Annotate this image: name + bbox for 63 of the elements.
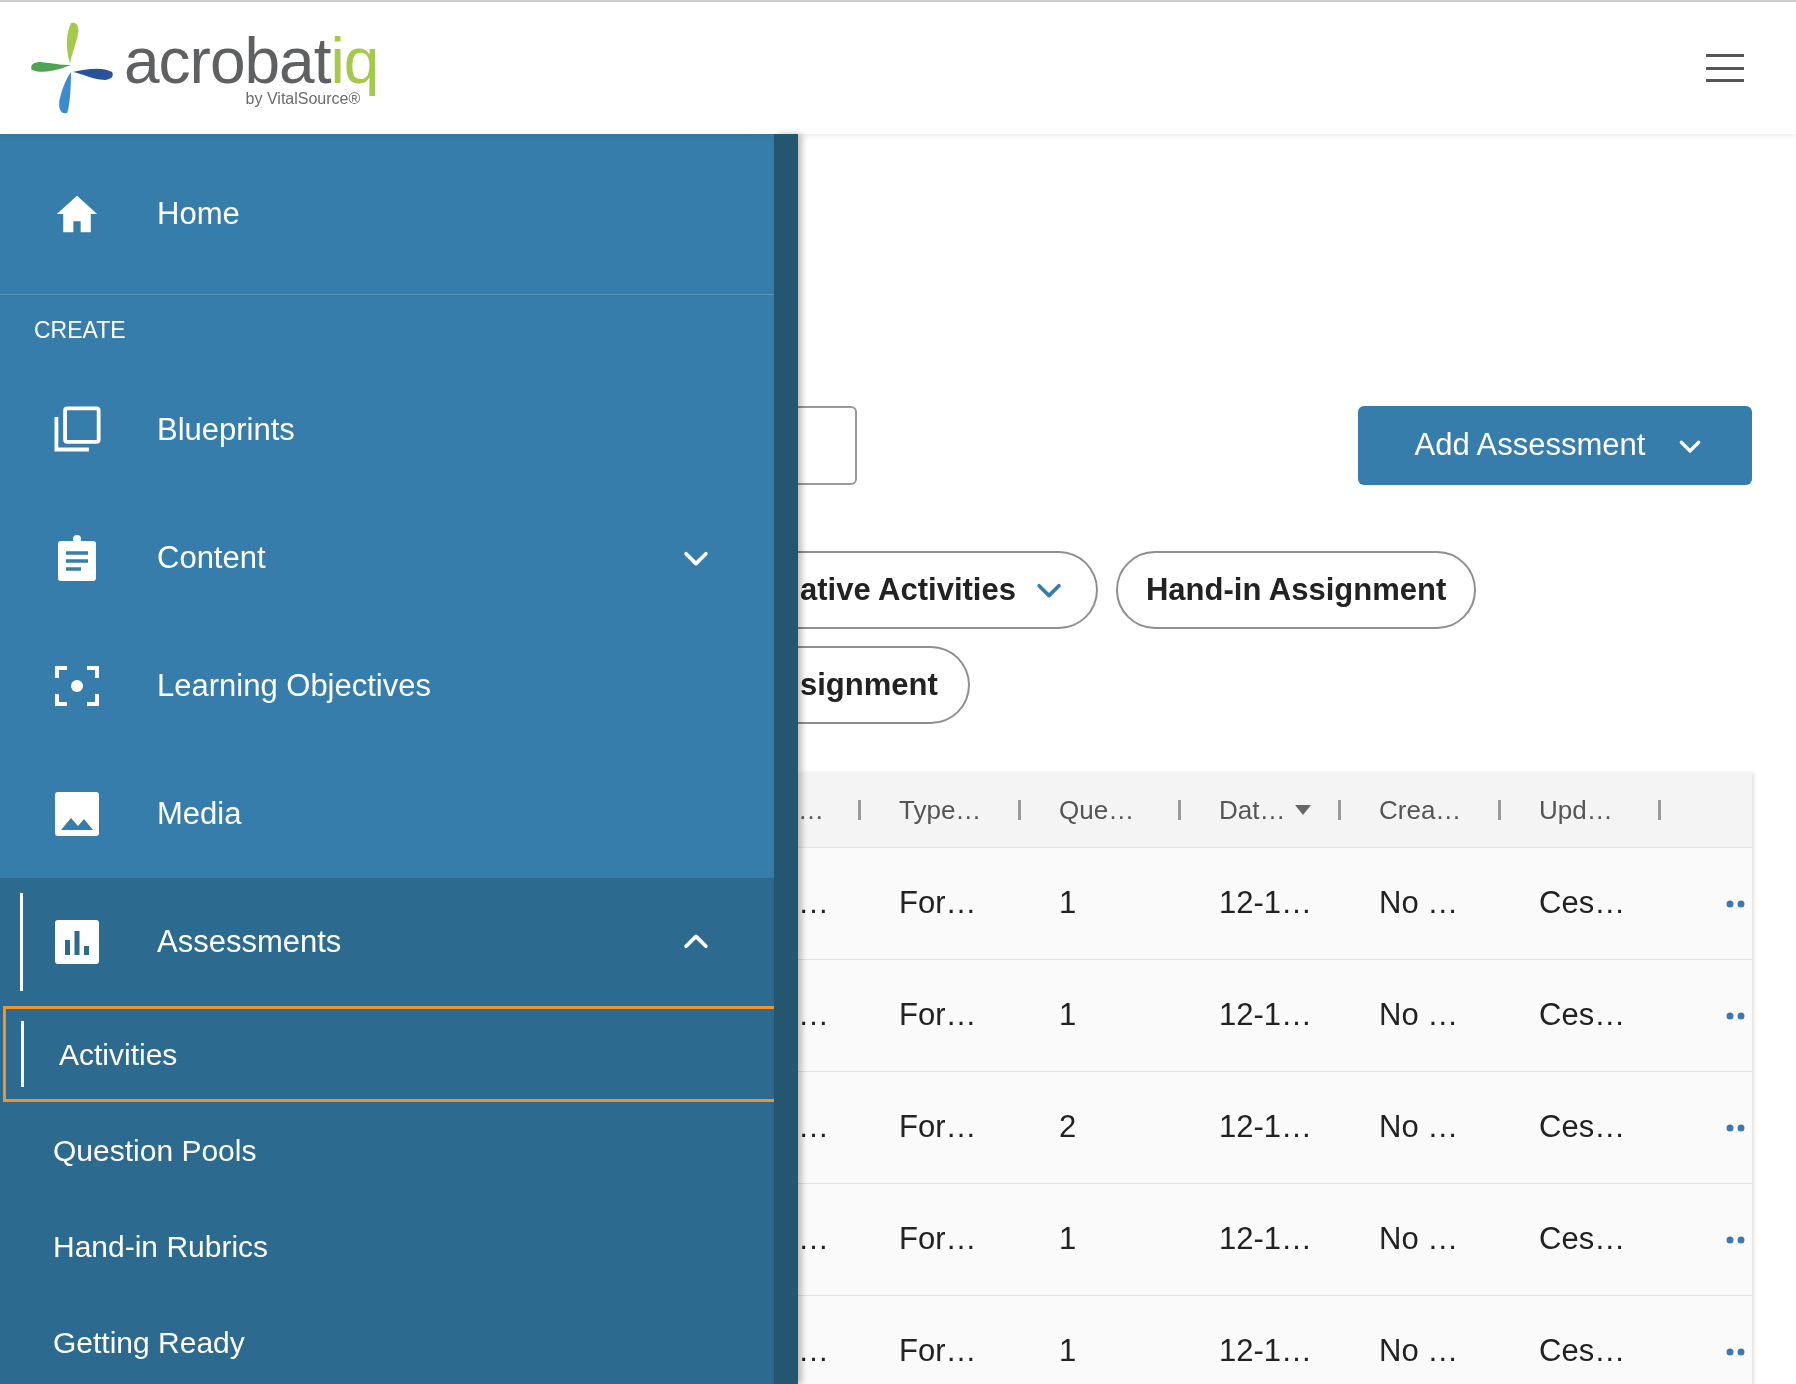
more-icon[interactable] <box>1726 899 1746 908</box>
table-cell-text: No … <box>1378 996 1460 1035</box>
more-icon[interactable] <box>1726 1347 1746 1356</box>
table-cell-text: For… <box>898 884 978 923</box>
table-cell-text: No … <box>1378 1108 1460 1147</box>
table-cell-text: 12-1… <box>1218 1108 1314 1147</box>
section-label: CREATE <box>33 316 127 346</box>
menu-button[interactable] <box>1706 54 1744 82</box>
add-assessment-button[interactable]: Add Assessment <box>1358 406 1752 485</box>
sidebar-item[interactable]: Content <box>0 494 774 622</box>
table-cell-text: … <box>798 1108 830 1147</box>
submenu-item[interactable]: Activities <box>3 1006 774 1102</box>
table-cell-text: 12-1… <box>1218 996 1314 1035</box>
filter-chip[interactable]: signment <box>798 646 970 724</box>
table-cell-text: 12-1… <box>1218 884 1314 923</box>
sidebar-item[interactable]: Learning Objectives <box>0 622 774 750</box>
table-cell-text: 1 <box>1058 1332 1078 1371</box>
sidebar-item[interactable]: Home <box>0 134 774 295</box>
table-cell-text: For… <box>898 996 978 1035</box>
table-cell-text: For… <box>898 1332 978 1371</box>
table-cell-text: 1 <box>1058 1220 1078 1259</box>
column-header[interactable]: Dat… <box>1181 773 1341 847</box>
table-cell-text: For… <box>898 1220 978 1259</box>
table-cell-text: 1 <box>1058 996 1078 1035</box>
image-icon <box>52 790 101 838</box>
table-cell-text: Ces… <box>1538 1332 1627 1371</box>
table-cell-text: No … <box>1378 1220 1460 1259</box>
column-header[interactable]: Upd… <box>1501 773 1661 847</box>
table-cell-text: Ces… <box>1538 1108 1627 1147</box>
more-icon[interactable] <box>1726 1011 1746 1020</box>
scrollbar[interactable] <box>774 134 798 1384</box>
column-header[interactable]: Que… <box>1021 773 1181 847</box>
submenu-item[interactable]: Hand-in Rubrics <box>0 1198 774 1294</box>
submenu-item[interactable]: Getting Ready <box>0 1294 774 1384</box>
sidebar-item[interactable]: Media <box>0 750 774 878</box>
table-cell-text: … <box>798 1220 830 1259</box>
sort-down-icon <box>1295 805 1312 815</box>
table-cell-text: 2 <box>1058 1108 1078 1147</box>
table-cell-text: Ces… <box>1538 996 1627 1035</box>
table-cell-text: … <box>798 996 830 1035</box>
submenu-item[interactable]: Question Pools <box>0 1102 774 1198</box>
more-icon[interactable] <box>1726 1123 1746 1132</box>
more-icon[interactable] <box>1726 1235 1746 1244</box>
column-header[interactable]: Crea… <box>1341 773 1501 847</box>
table-cell-text: 12-1… <box>1218 1220 1314 1259</box>
table-cell-text: Ces… <box>1538 884 1627 923</box>
column-header[interactable]: … <box>798 773 861 847</box>
sidebar-item[interactable]: Blueprints <box>0 366 774 494</box>
table-cell-text: 1 <box>1058 884 1078 923</box>
table-cell-text: For… <box>898 1108 978 1147</box>
sidebar-item[interactable]: Assessments <box>0 878 774 1006</box>
filter-chip[interactable]: Hand-in Assignment <box>1115 551 1477 629</box>
filter-chip[interactable]: ative Activities <box>798 551 1098 629</box>
input-field[interactable] <box>798 406 857 485</box>
table-cell-text: No … <box>1378 1332 1460 1371</box>
column-header[interactable]: Type… <box>861 773 1021 847</box>
table-cell-text: No … <box>1378 884 1460 923</box>
table-cell-text: 12-1… <box>1218 1332 1314 1371</box>
table-cell-text: Ces… <box>1538 1220 1627 1259</box>
table-cell-text: … <box>798 884 830 923</box>
bar-chart-icon <box>52 918 101 966</box>
logo[interactable]: acrobatiq by VitalSource® <box>28 19 379 117</box>
table-cell-text: … <box>798 1332 830 1371</box>
